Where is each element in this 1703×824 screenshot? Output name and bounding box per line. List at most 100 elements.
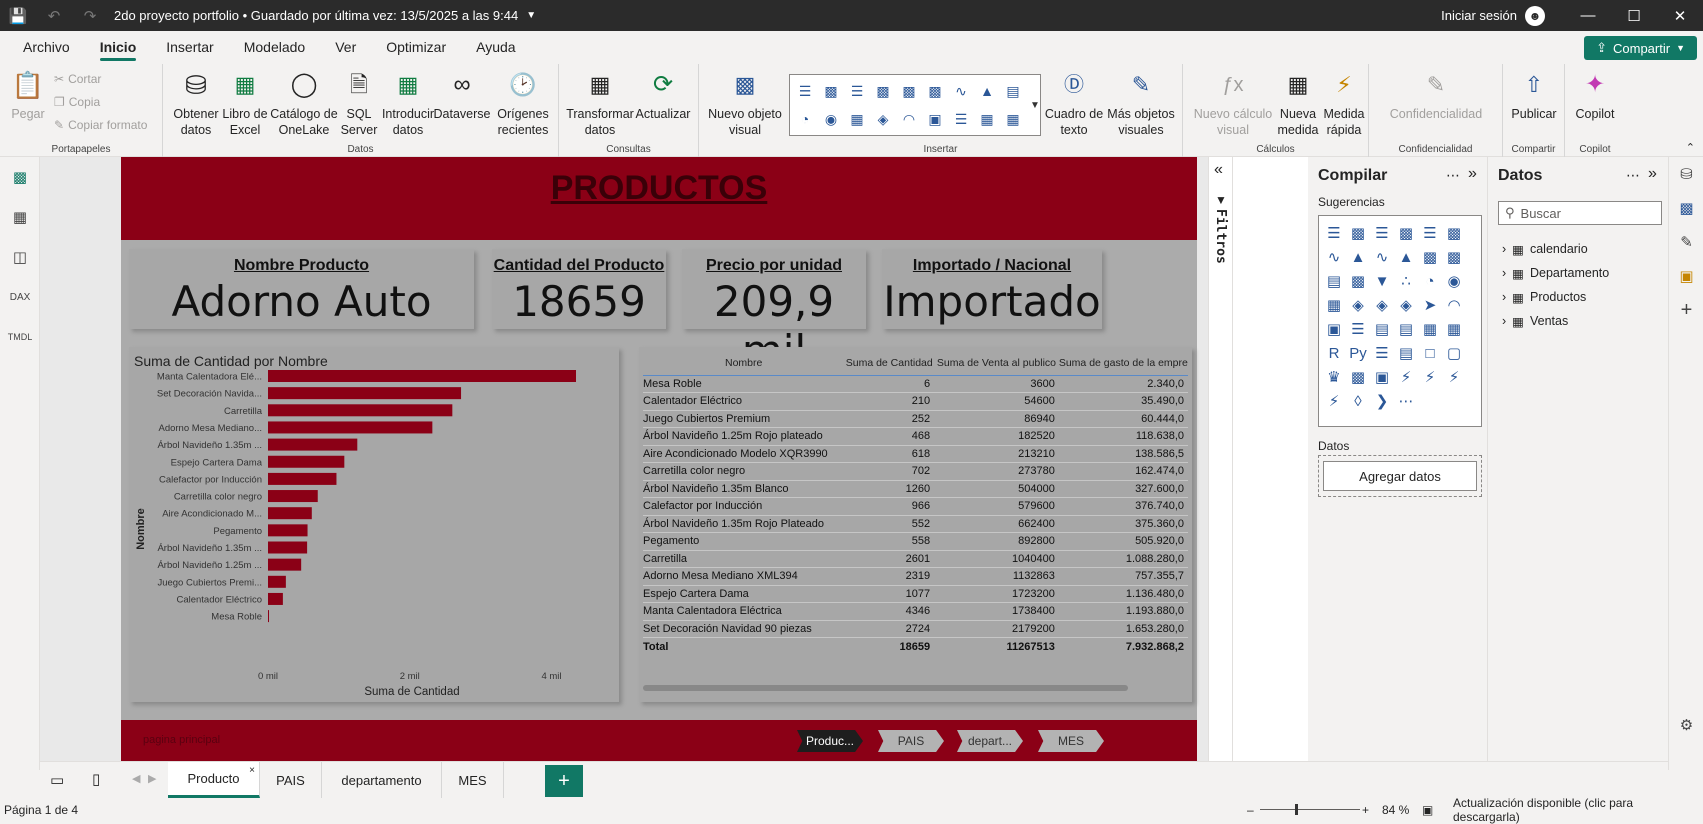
chevron-down-icon[interactable]: ▼ — [526, 10, 536, 21]
table-row[interactable]: Árbol Navideño 1.35m Blanco 1260 504000 327… — [643, 480, 1188, 498]
collapse-ribbon-icon[interactable]: ⌃ — [1686, 141, 1695, 154]
power-automate-icon[interactable]: ⚡ — [1443, 366, 1465, 388]
bar[interactable] — [268, 575, 286, 588]
sql-server-button[interactable]: 🗎 SQL Server — [339, 68, 379, 138]
next-page-icon[interactable]: ▶ — [148, 772, 156, 785]
menu-modelado[interactable]: Modelado — [229, 31, 321, 64]
nav-button-pais[interactable]: PAIS — [878, 730, 944, 752]
multi-row-card-icon[interactable]: ☰ — [1347, 318, 1369, 340]
collapse-icon[interactable]: » — [1648, 165, 1657, 183]
menu-ayuda[interactable]: Ayuda — [461, 31, 530, 64]
line-column-icon[interactable]: ▩ — [1419, 246, 1441, 268]
clustered-bar-icon[interactable]: ☰ — [848, 82, 866, 100]
publish-button[interactable]: ⇧ Publicar — [1507, 68, 1561, 122]
ribbon-chart-icon[interactable]: ▤ — [1323, 270, 1345, 292]
chevron-visual-icon[interactable]: ❯ — [1371, 390, 1393, 412]
bar[interactable] — [268, 490, 318, 503]
add-pane-icon[interactable]: + — [1669, 293, 1703, 327]
sensitivity-button[interactable]: ✎ Confidencialidad — [1375, 68, 1497, 122]
column-header[interactable]: Suma de Venta al publico — [934, 351, 1059, 376]
model-view-icon[interactable]: ◫ — [0, 237, 40, 277]
pie-chart-icon[interactable]: ◔ — [1419, 270, 1441, 292]
100-bar-icon[interactable]: ☰ — [1419, 222, 1441, 244]
table-icon[interactable]: ▦ — [1419, 318, 1441, 340]
dax-query-icon[interactable]: DAX — [0, 277, 40, 317]
treemap-icon[interactable]: ▦ — [1323, 294, 1345, 316]
card-importado[interactable]: Importado / Nacional Importado — [882, 249, 1102, 329]
waterfall-icon[interactable]: ▩ — [1347, 270, 1369, 292]
table-row[interactable]: Calentador Eléctrico 210 54600 35.490,0 — [643, 392, 1188, 411]
copy-button[interactable]: ❐ Copia — [54, 95, 100, 109]
quick-visual-icon[interactable]: ⚡ — [1395, 366, 1417, 388]
azure-map-icon[interactable]: ➤ — [1419, 294, 1441, 316]
line-chart-icon[interactable]: ∿ — [952, 82, 970, 100]
table-icon[interactable]: ▦ — [978, 110, 996, 128]
more-visuals-button[interactable]: ✎ Más objetos visuales — [1105, 68, 1177, 138]
stacked-column-icon[interactable]: ▩ — [900, 82, 918, 100]
table-row[interactable]: Espejo Cartera Dama 1077 1723200 1.136.480,… — [643, 585, 1188, 603]
combo-chart-icon[interactable]: ▩ — [926, 82, 944, 100]
table-row[interactable]: Aire Acondicionado Modelo XQR3990 618 2132… — [643, 445, 1188, 463]
card-icon[interactable]: ▣ — [1323, 318, 1345, 340]
map-icon[interactable]: ◈ — [1347, 294, 1369, 316]
desktop-layout-icon[interactable]: ▭ — [50, 771, 64, 789]
expand-icon[interactable]: « — [1214, 161, 1223, 179]
narrative-icon[interactable]: ▢ — [1443, 342, 1465, 364]
line-clustered-icon[interactable]: ▩ — [1443, 246, 1465, 268]
qa-icon[interactable]: □ — [1419, 342, 1441, 364]
column-header[interactable]: Suma de gasto de la empres — [1058, 351, 1188, 376]
mobile-layout-icon[interactable]: ▯ — [92, 770, 100, 788]
zoom-out-icon[interactable]: – — [1247, 803, 1254, 817]
bar[interactable] — [268, 524, 308, 537]
donut-chart-icon[interactable]: ◉ — [822, 110, 840, 128]
card-nombre-producto[interactable]: Nombre Producto Adorno Auto — [129, 249, 474, 329]
bar[interactable] — [268, 541, 308, 554]
bookmarks-icon[interactable]: ▣ — [1669, 259, 1703, 293]
card-precio[interactable]: Precio por unidad 209,9 mil — [682, 249, 866, 375]
undo-icon[interactable]: ↶ — [36, 0, 72, 31]
table-visual[interactable]: Nombre Suma de Cantidad Suma de Venta al p… — [639, 347, 1192, 702]
tmdl-view-icon[interactable]: TMDL — [0, 317, 40, 357]
table-row[interactable]: Árbol Navideño 1.35m Rojo Plateado 552 662… — [643, 515, 1188, 533]
report-icon[interactable]: ▩ — [1347, 366, 1369, 388]
stacked-column-icon[interactable]: ▩ — [1347, 222, 1369, 244]
window-title[interactable]: 2do proyecto portfolio • Guardado por úl… — [114, 8, 518, 23]
close-icon[interactable]: ✕ — [1657, 0, 1703, 31]
multi-row-card-icon[interactable]: ☰ — [952, 110, 970, 128]
python-visual-icon[interactable]: Py — [1347, 342, 1369, 364]
line-chart-icon[interactable]: ∿ — [1323, 246, 1345, 268]
card-icon[interactable]: ▣ — [926, 110, 944, 128]
more-options-icon[interactable]: ⋯ — [1626, 167, 1640, 184]
collapse-icon[interactable]: » — [1468, 165, 1477, 183]
area-chart-icon[interactable]: ▲ — [1347, 246, 1369, 268]
nav-button-mes[interactable]: MES — [1038, 730, 1104, 752]
table-row[interactable]: Manta Calentadora Eléctrica 4346 1738400 1.… — [643, 602, 1188, 621]
bar[interactable] — [268, 592, 283, 605]
cut-button[interactable]: ✂ Cortar — [54, 72, 101, 86]
refresh-button[interactable]: ⟳ Actualizar — [633, 68, 693, 122]
save-icon[interactable]: 💾 — [0, 0, 36, 31]
bar[interactable] — [268, 558, 302, 571]
bar[interactable] — [268, 438, 358, 451]
chevron-down-icon[interactable]: ▼ — [1026, 96, 1044, 114]
update-available-link[interactable]: Actualización disponible (clic para desc… — [1453, 796, 1703, 824]
bar[interactable] — [268, 455, 345, 468]
table-row[interactable]: Pegamento 558 892800 505.920,0 — [643, 532, 1188, 551]
pie-chart-icon[interactable]: ◔ — [796, 110, 814, 128]
power-automate-alt-icon[interactable]: ⚡ — [1323, 390, 1345, 412]
bar[interactable] — [268, 472, 337, 485]
column-chart-icon[interactable]: ▩ — [822, 82, 840, 100]
more-visuals-icon[interactable]: ⋯ — [1395, 390, 1417, 412]
key-influencers-icon[interactable]: ☰ — [1371, 342, 1393, 364]
add-page-button[interactable]: + — [545, 765, 583, 797]
table-row[interactable]: Juego Cubiertos Premium 252 86940 60.444,0 — [643, 410, 1188, 428]
transform-data-button[interactable]: ▦ Transformar datos — [566, 68, 634, 138]
paste-button[interactable]: 📋 Pegar — [10, 68, 46, 122]
gauge-icon[interactable]: ◠ — [900, 110, 918, 128]
treemap-icon[interactable]: ▦ — [848, 110, 866, 128]
bar-chart-visual[interactable]: Suma de Cantidad por Nombre Nombre Suma … — [129, 347, 619, 702]
filters-collapsed-bar[interactable]: « ▼ Filtros — [1209, 157, 1233, 770]
matrix-icon[interactable]: ▦ — [1004, 110, 1022, 128]
r-visual-icon[interactable]: R — [1323, 342, 1345, 364]
fit-page-icon[interactable]: ▣ — [1422, 803, 1433, 817]
